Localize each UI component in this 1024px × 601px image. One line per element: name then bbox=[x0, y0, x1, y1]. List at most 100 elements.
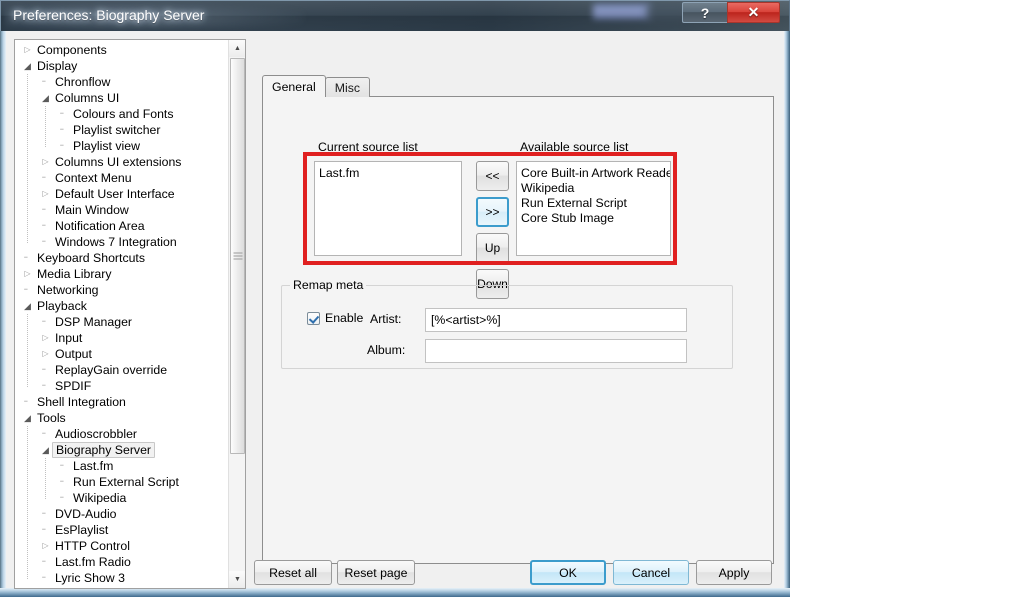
preferences-window: Preferences: Biography Server ? ✕ ▷ Compo… bbox=[0, 0, 790, 597]
current-source-list-label: Current source list bbox=[318, 140, 418, 154]
ok-button[interactable]: OK bbox=[530, 560, 606, 585]
expand-triangle-icon[interactable]: ▷ bbox=[39, 190, 52, 198]
tree-item-keyboard-shortcuts[interactable]: ╴ Keyboard Shortcuts bbox=[15, 250, 227, 266]
tree-item-output[interactable]: ▷ Output bbox=[15, 346, 227, 362]
scroll-up-icon[interactable]: ▲ bbox=[229, 40, 245, 57]
available-source-list-label: Available source list bbox=[520, 140, 629, 154]
tree-item-notification-area[interactable]: ╴ Notification Area bbox=[15, 218, 227, 234]
expand-triangle-icon[interactable]: ▷ bbox=[39, 158, 52, 166]
tab-misc[interactable]: Misc bbox=[324, 77, 371, 97]
tree-leaf-connector-icon: ╴ bbox=[60, 139, 67, 152]
tree-item-label: Main Window bbox=[55, 203, 129, 217]
tree-item-playlist-view[interactable]: ╴ Playlist view bbox=[15, 138, 227, 154]
current-source-listbox[interactable]: Last.fm bbox=[314, 161, 462, 256]
tree-item-last-fm[interactable]: ╴ Last.fm bbox=[15, 458, 227, 474]
artist-input[interactable] bbox=[425, 308, 687, 332]
collapse-triangle-icon[interactable]: ◢ bbox=[39, 445, 52, 455]
tree-item-replaygain-override[interactable]: ╴ ReplayGain override bbox=[15, 362, 227, 378]
tree-item-components[interactable]: ▷ Components bbox=[15, 42, 227, 58]
tree-item-last-fm-radio[interactable]: ╴ Last.fm Radio bbox=[15, 554, 227, 570]
list-item[interactable]: Core Built-in Artwork Reader bbox=[517, 165, 670, 180]
tree-scrollbar[interactable]: ▲ ▼ bbox=[228, 40, 245, 588]
help-button[interactable]: ? bbox=[682, 2, 727, 23]
tree-item-chronflow[interactable]: ╴ Chronflow bbox=[15, 74, 227, 90]
tree-item-dsp-manager[interactable]: ╴ DSP Manager bbox=[15, 314, 227, 330]
move-right-button[interactable]: >> bbox=[476, 197, 509, 227]
expand-triangle-icon[interactable]: ▷ bbox=[39, 350, 52, 358]
tree-item-label: Columns UI extensions bbox=[55, 155, 182, 169]
tree-leaf-connector-icon: ╴ bbox=[42, 555, 49, 568]
tree-item-main-window[interactable]: ╴ Main Window bbox=[15, 202, 227, 218]
scrollbar-grip-icon bbox=[233, 252, 242, 260]
tree-item-spdif[interactable]: ╴ SPDIF bbox=[15, 378, 227, 394]
tree-item-playback[interactable]: ◢ Playback bbox=[15, 298, 227, 314]
tree-item-label: Last.fm Radio bbox=[55, 555, 131, 569]
tree-item-input[interactable]: ▷ Input bbox=[15, 330, 227, 346]
available-source-listbox[interactable]: Core Built-in Artwork Reader Wikipedia Run… bbox=[516, 161, 671, 256]
tree-item-run-external-script[interactable]: ╴ Run External Script bbox=[15, 474, 227, 490]
list-item[interactable]: Run External Script bbox=[517, 195, 670, 210]
collapse-triangle-icon[interactable]: ◢ bbox=[39, 93, 52, 103]
tree-item-default-user-interface[interactable]: ▷ Default User Interface bbox=[15, 186, 227, 202]
list-item[interactable]: Wikipedia bbox=[517, 180, 670, 195]
tree-item-label: Windows 7 Integration bbox=[55, 235, 177, 249]
window-frame-right bbox=[784, 31, 790, 597]
tree-item-label: Playlist view bbox=[73, 139, 140, 153]
expand-triangle-icon[interactable]: ▷ bbox=[21, 46, 34, 54]
tree-item-wikipedia[interactable]: ╴ Wikipedia bbox=[15, 490, 227, 506]
tree-leaf-connector-icon: ╴ bbox=[60, 107, 67, 120]
list-item[interactable]: Core Stub Image bbox=[517, 210, 670, 225]
checkbox-icon[interactable] bbox=[307, 311, 320, 325]
preferences-tree[interactable]: ▷ Components ◢ Display ╴ Chronflow ◢ Columns UI… bbox=[15, 42, 227, 586]
tree-item-audioscrobbler[interactable]: ╴ Audioscrobbler bbox=[15, 426, 227, 442]
tree-scrollbar-thumb[interactable] bbox=[230, 58, 245, 454]
settings-pane: General Misc Current source list Availab… bbox=[262, 75, 774, 564]
tree-item-dvd-audio[interactable]: ╴ DVD-Audio bbox=[15, 506, 227, 522]
list-item[interactable]: Last.fm bbox=[315, 165, 461, 180]
close-button[interactable]: ✕ bbox=[727, 2, 780, 23]
tree-item-media-library[interactable]: ▷ Media Library bbox=[15, 266, 227, 282]
tree-indent-guide bbox=[45, 458, 46, 500]
tree-leaf-connector-icon: ╴ bbox=[42, 507, 49, 520]
tree-item-colours-and-fonts[interactable]: ╴ Colours and Fonts bbox=[15, 106, 227, 122]
tree-leaf-connector-icon: ╴ bbox=[42, 363, 49, 376]
tree-item-columns-ui-extensions[interactable]: ▷ Columns UI extensions bbox=[15, 154, 227, 170]
tree-leaf-connector-icon: ╴ bbox=[60, 475, 67, 488]
tree-item-lyric-show-3[interactable]: ╴ Lyric Show 3 bbox=[15, 570, 227, 586]
reset-all-button[interactable]: Reset all bbox=[254, 560, 332, 585]
tree-item-http-control[interactable]: ▷ HTTP Control bbox=[15, 538, 227, 554]
expand-triangle-icon[interactable]: ▷ bbox=[39, 542, 52, 550]
tree-item-esplaylist[interactable]: ╴ EsPlaylist bbox=[15, 522, 227, 538]
tree-item-windows-7-integration[interactable]: ╴ Windows 7 Integration bbox=[15, 234, 227, 250]
remap-enable-checkbox-row[interactable]: Enable bbox=[307, 311, 363, 325]
tree-leaf-connector-icon: ╴ bbox=[42, 379, 49, 392]
tree-item-label: ReplayGain override bbox=[55, 363, 168, 377]
move-left-button[interactable]: << bbox=[476, 161, 509, 191]
tree-item-networking[interactable]: ╴ Networking bbox=[15, 282, 227, 298]
collapse-triangle-icon[interactable]: ◢ bbox=[21, 301, 34, 311]
tree-item-playlist-switcher[interactable]: ╴ Playlist switcher bbox=[15, 122, 227, 138]
expand-triangle-icon[interactable]: ▷ bbox=[39, 334, 52, 342]
tree-item-columns-ui[interactable]: ◢ Columns UI bbox=[15, 90, 227, 106]
tree-item-shell-integration[interactable]: ╴ Shell Integration bbox=[15, 394, 227, 410]
album-input[interactable] bbox=[425, 339, 687, 363]
tree-leaf-connector-icon: ╴ bbox=[24, 283, 31, 296]
tree-item-display[interactable]: ◢ Display bbox=[15, 58, 227, 74]
apply-button[interactable]: Apply bbox=[696, 560, 772, 585]
tab-general[interactable]: General bbox=[262, 75, 326, 97]
collapse-triangle-icon[interactable]: ◢ bbox=[21, 413, 34, 423]
album-field-label: Album: bbox=[367, 343, 406, 357]
tree-item-biography-server[interactable]: ◢ Biography Server bbox=[15, 442, 227, 458]
tree-item-context-menu[interactable]: ╴ Context Menu bbox=[15, 170, 227, 186]
move-up-button[interactable]: Up bbox=[476, 233, 509, 263]
tree-item-tools[interactable]: ◢ Tools bbox=[15, 410, 227, 426]
tree-item-label: Chronflow bbox=[55, 75, 111, 89]
window-title: Preferences: Biography Server bbox=[13, 7, 205, 23]
tree-item-label: Wikipedia bbox=[73, 491, 127, 505]
expand-triangle-icon[interactable]: ▷ bbox=[21, 270, 34, 278]
reset-page-button[interactable]: Reset page bbox=[337, 560, 415, 585]
tree-leaf-connector-icon: ╴ bbox=[42, 75, 49, 88]
scroll-down-icon[interactable]: ▼ bbox=[229, 571, 245, 588]
collapse-triangle-icon[interactable]: ◢ bbox=[21, 61, 34, 71]
cancel-button[interactable]: Cancel bbox=[613, 560, 689, 585]
